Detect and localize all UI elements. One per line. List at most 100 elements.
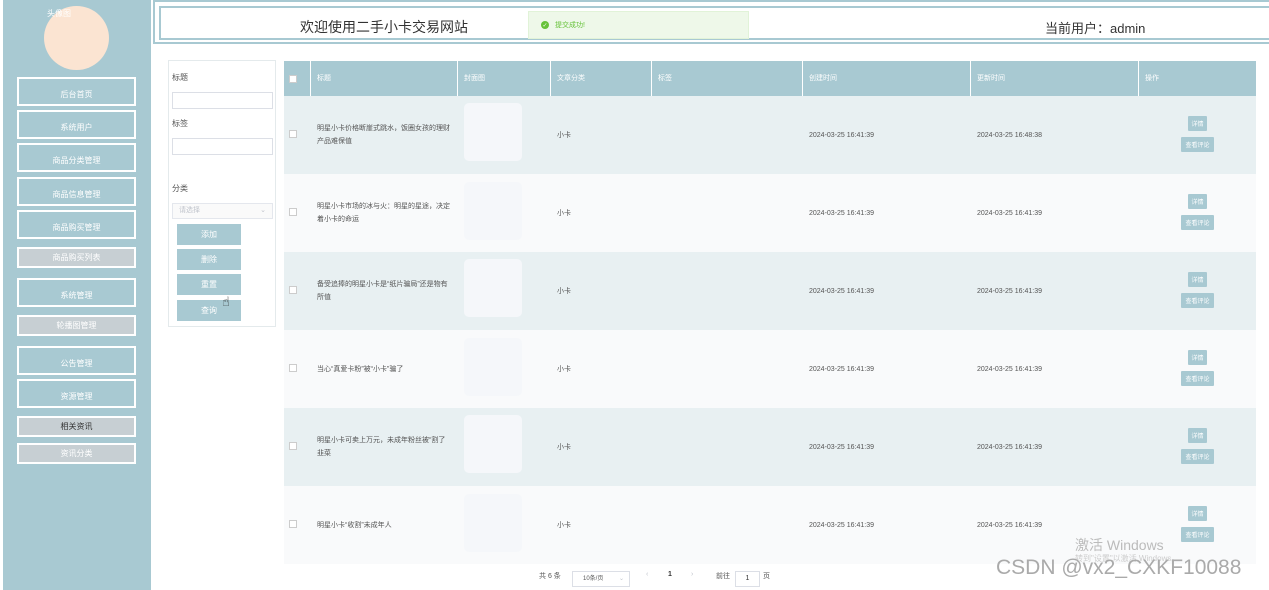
sidebar-item-carousel[interactable]: 轮播图管理 <box>17 315 136 336</box>
row-created: 2024-03-25 16:41:39 <box>809 443 874 451</box>
page-number-current[interactable]: 1 <box>668 571 672 578</box>
category-filter-label: 分类 <box>172 184 188 193</box>
table-row: 明星小卡可卖上万元，未成年粉丝被“割了韭菜 小卡 2024-03-25 16:4… <box>284 408 1256 486</box>
sidebar-item-news-category[interactable]: 资讯分类 <box>17 443 136 464</box>
column-header-actions: 操作 <box>1139 61 1256 96</box>
view-comments-button[interactable]: 查看评论 <box>1181 293 1214 308</box>
delete-button[interactable]: 删除 <box>177 249 241 270</box>
detail-button[interactable]: 详情 <box>1188 506 1207 521</box>
row-tag <box>652 174 658 252</box>
row-checkbox[interactable] <box>289 208 297 216</box>
site-title: 欢迎使用二手小卡交易网站 <box>300 19 468 35</box>
view-comments-button[interactable]: 查看评论 <box>1181 215 1214 230</box>
cover-thumbnail <box>464 103 522 161</box>
detail-button[interactable]: 详情 <box>1188 116 1207 131</box>
goto-page-input[interactable]: 1 <box>735 571 760 587</box>
select-all-checkbox[interactable] <box>289 75 297 83</box>
row-title: 明星小卡价格断崖式跳水，饭圈女孩的理财产品难保值 <box>317 125 450 145</box>
goto-label: 前往 <box>716 573 730 580</box>
table-row: 当心“真爱卡粉”被“小卡”骗了 小卡 2024-03-25 16:41:39 2… <box>284 330 1256 408</box>
row-category: 小卡 <box>557 444 571 451</box>
row-created: 2024-03-25 16:41:39 <box>809 365 874 373</box>
reset-button[interactable]: 重置 <box>177 274 241 295</box>
column-header-created: 创建时间 <box>803 61 971 96</box>
windows-activation-title: 激活 Windows <box>1075 537 1164 553</box>
detail-button[interactable]: 详情 <box>1188 272 1207 287</box>
sidebar-item-news[interactable]: 相关资讯 <box>17 416 136 437</box>
cover-thumbnail <box>464 182 522 240</box>
row-category: 小卡 <box>557 210 571 217</box>
category-select-placeholder: 请选择 <box>179 207 200 214</box>
article-table: 标题 封面图 文章分类 标签 创建时间 更新时间 操作 明星小卡价格断崖式跳水，… <box>284 61 1256 564</box>
page-unit-label: 页 <box>763 573 770 580</box>
title-filter-label: 标题 <box>172 73 188 82</box>
view-comments-button[interactable]: 查看评论 <box>1181 371 1214 386</box>
success-toast: ✓ 提交成功! <box>528 11 749 39</box>
row-updated: 2024-03-25 16:41:39 <box>977 443 1042 451</box>
sidebar-item-purchase-list[interactable]: 商品购买列表 <box>17 247 136 268</box>
row-checkbox[interactable] <box>289 364 297 372</box>
hand-cursor-icon: ☝ <box>222 294 230 309</box>
row-tag <box>652 486 658 564</box>
row-title: 当心“真爱卡粉”被“小卡”骗了 <box>317 365 404 373</box>
prev-page-button[interactable]: ‹ <box>646 571 648 578</box>
row-tag <box>652 252 658 330</box>
pagination-total: 共 6 条 <box>539 573 561 580</box>
chevron-down-icon: ⌄ <box>260 207 266 214</box>
tag-filter-label: 标签 <box>172 119 188 128</box>
sidebar-item-notice[interactable]: 公告管理 <box>17 346 136 375</box>
row-tag <box>652 408 658 486</box>
row-title: 明星小卡市场的冰与火：明星的星途，决定着小卡的命运 <box>317 203 450 223</box>
detail-button[interactable]: 详情 <box>1188 428 1207 443</box>
chevron-down-icon: ⌄ <box>618 576 624 582</box>
column-header-category: 文章分类 <box>551 61 652 96</box>
view-comments-button[interactable]: 查看评论 <box>1181 137 1214 152</box>
page-size-value: 10条/页 <box>583 576 604 582</box>
row-category: 小卡 <box>557 366 571 373</box>
row-category: 小卡 <box>557 522 571 529</box>
row-created: 2024-03-25 16:41:39 <box>809 131 874 139</box>
sidebar-item-resources[interactable]: 资源管理 <box>17 379 136 408</box>
table-row: 备受追捧的明星小卡是“纸片骗局”还是物有所值 小卡 2024-03-25 16:… <box>284 252 1256 330</box>
sidebar-item-home[interactable]: 后台首页 <box>17 77 136 106</box>
row-tag <box>652 330 658 408</box>
sidebar-item-system-users[interactable]: 系统用户 <box>17 110 136 139</box>
row-updated: 2024-03-25 16:41:39 <box>977 365 1042 373</box>
row-title: 备受追捧的明星小卡是“纸片骗局”还是物有所值 <box>317 281 448 301</box>
filter-panel: 标题 标签 分类 请选择 ⌄ 添加 删除 重置 查询 <box>168 60 276 327</box>
detail-button[interactable]: 详情 <box>1188 350 1207 365</box>
sidebar-item-product-purchase[interactable]: 商品购买管理 <box>17 210 136 239</box>
add-button[interactable]: 添加 <box>177 224 241 245</box>
row-checkbox[interactable] <box>289 286 297 294</box>
check-circle-icon: ✓ <box>541 21 549 29</box>
cover-thumbnail <box>464 415 522 473</box>
category-select[interactable]: 请选择 ⌄ <box>172 203 273 219</box>
current-user-label: 当前用户：admin <box>1045 21 1146 36</box>
column-header-cover: 封面图 <box>458 61 551 96</box>
sidebar-item-system-manage[interactable]: 系统管理 <box>17 278 136 307</box>
row-updated: 2024-03-25 16:41:39 <box>977 521 1042 529</box>
header-checkbox-cell <box>284 61 311 96</box>
detail-button[interactable]: 详情 <box>1188 194 1207 209</box>
view-comments-button[interactable]: 查看评论 <box>1181 449 1214 464</box>
cover-thumbnail <box>464 259 522 317</box>
row-updated: 2024-03-25 16:41:39 <box>977 287 1042 295</box>
view-comments-button[interactable]: 查看评论 <box>1181 527 1214 542</box>
tag-filter-input[interactable] <box>172 138 273 155</box>
next-page-button[interactable]: › <box>691 571 693 578</box>
table-row: 明星小卡价格断崖式跳水，饭圈女孩的理财产品难保值 小卡 2024-03-25 1… <box>284 96 1256 174</box>
row-checkbox[interactable] <box>289 442 297 450</box>
cover-thumbnail <box>464 494 522 552</box>
row-updated: 2024-03-25 16:41:39 <box>977 209 1042 217</box>
toast-message: 提交成功! <box>555 22 585 29</box>
title-filter-input[interactable] <box>172 92 273 109</box>
page-size-select[interactable]: 10条/页 ⌄ <box>572 571 630 587</box>
sidebar-item-product-info[interactable]: 商品信息管理 <box>17 177 136 206</box>
row-checkbox[interactable] <box>289 130 297 138</box>
row-created: 2024-03-25 16:41:39 <box>809 287 874 295</box>
query-button[interactable]: 查询 <box>177 300 241 321</box>
row-checkbox[interactable] <box>289 520 297 528</box>
avatar-alt-text: 头像图 <box>47 9 71 18</box>
csdn-watermark: CSDN @vx2_CXKF10088 <box>996 556 1242 579</box>
sidebar-item-product-category[interactable]: 商品分类管理 <box>17 143 136 172</box>
